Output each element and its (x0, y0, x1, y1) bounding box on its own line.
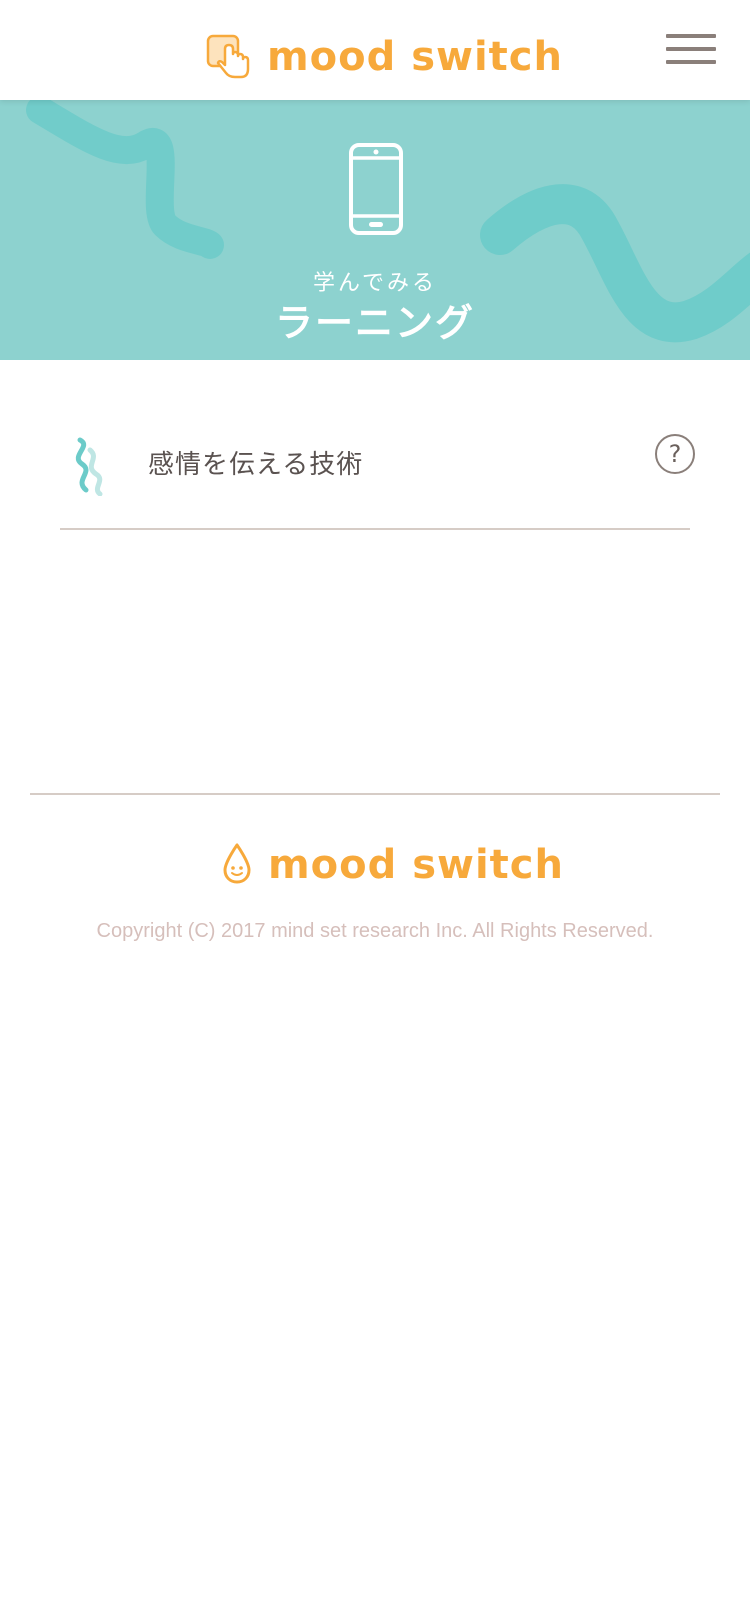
footer-logo[interactable]: mood switch (222, 840, 564, 890)
page-title: ラーニング (274, 301, 475, 345)
hand-tap-icon (205, 31, 253, 83)
copyright-text: Copyright (C) 2017 mind set research Inc… (96, 920, 654, 942)
hamburger-menu-icon[interactable] (666, 30, 720, 68)
droplet-smile-icon (222, 842, 252, 888)
footer-logo-text: mood switch (268, 842, 564, 888)
smartphone-icon (348, 142, 404, 240)
learning-item-label: 感情を伝える技術 (148, 450, 364, 480)
wave-icon (64, 436, 110, 500)
logo-text: mood switch (267, 34, 563, 80)
help-button[interactable]: ? (655, 434, 695, 474)
learning-item[interactable]: 感情を伝える技術 ? (60, 410, 695, 530)
app-header: mood switch (0, 0, 750, 100)
footer-divider (30, 793, 720, 795)
header-logo[interactable]: mood switch (205, 30, 563, 84)
